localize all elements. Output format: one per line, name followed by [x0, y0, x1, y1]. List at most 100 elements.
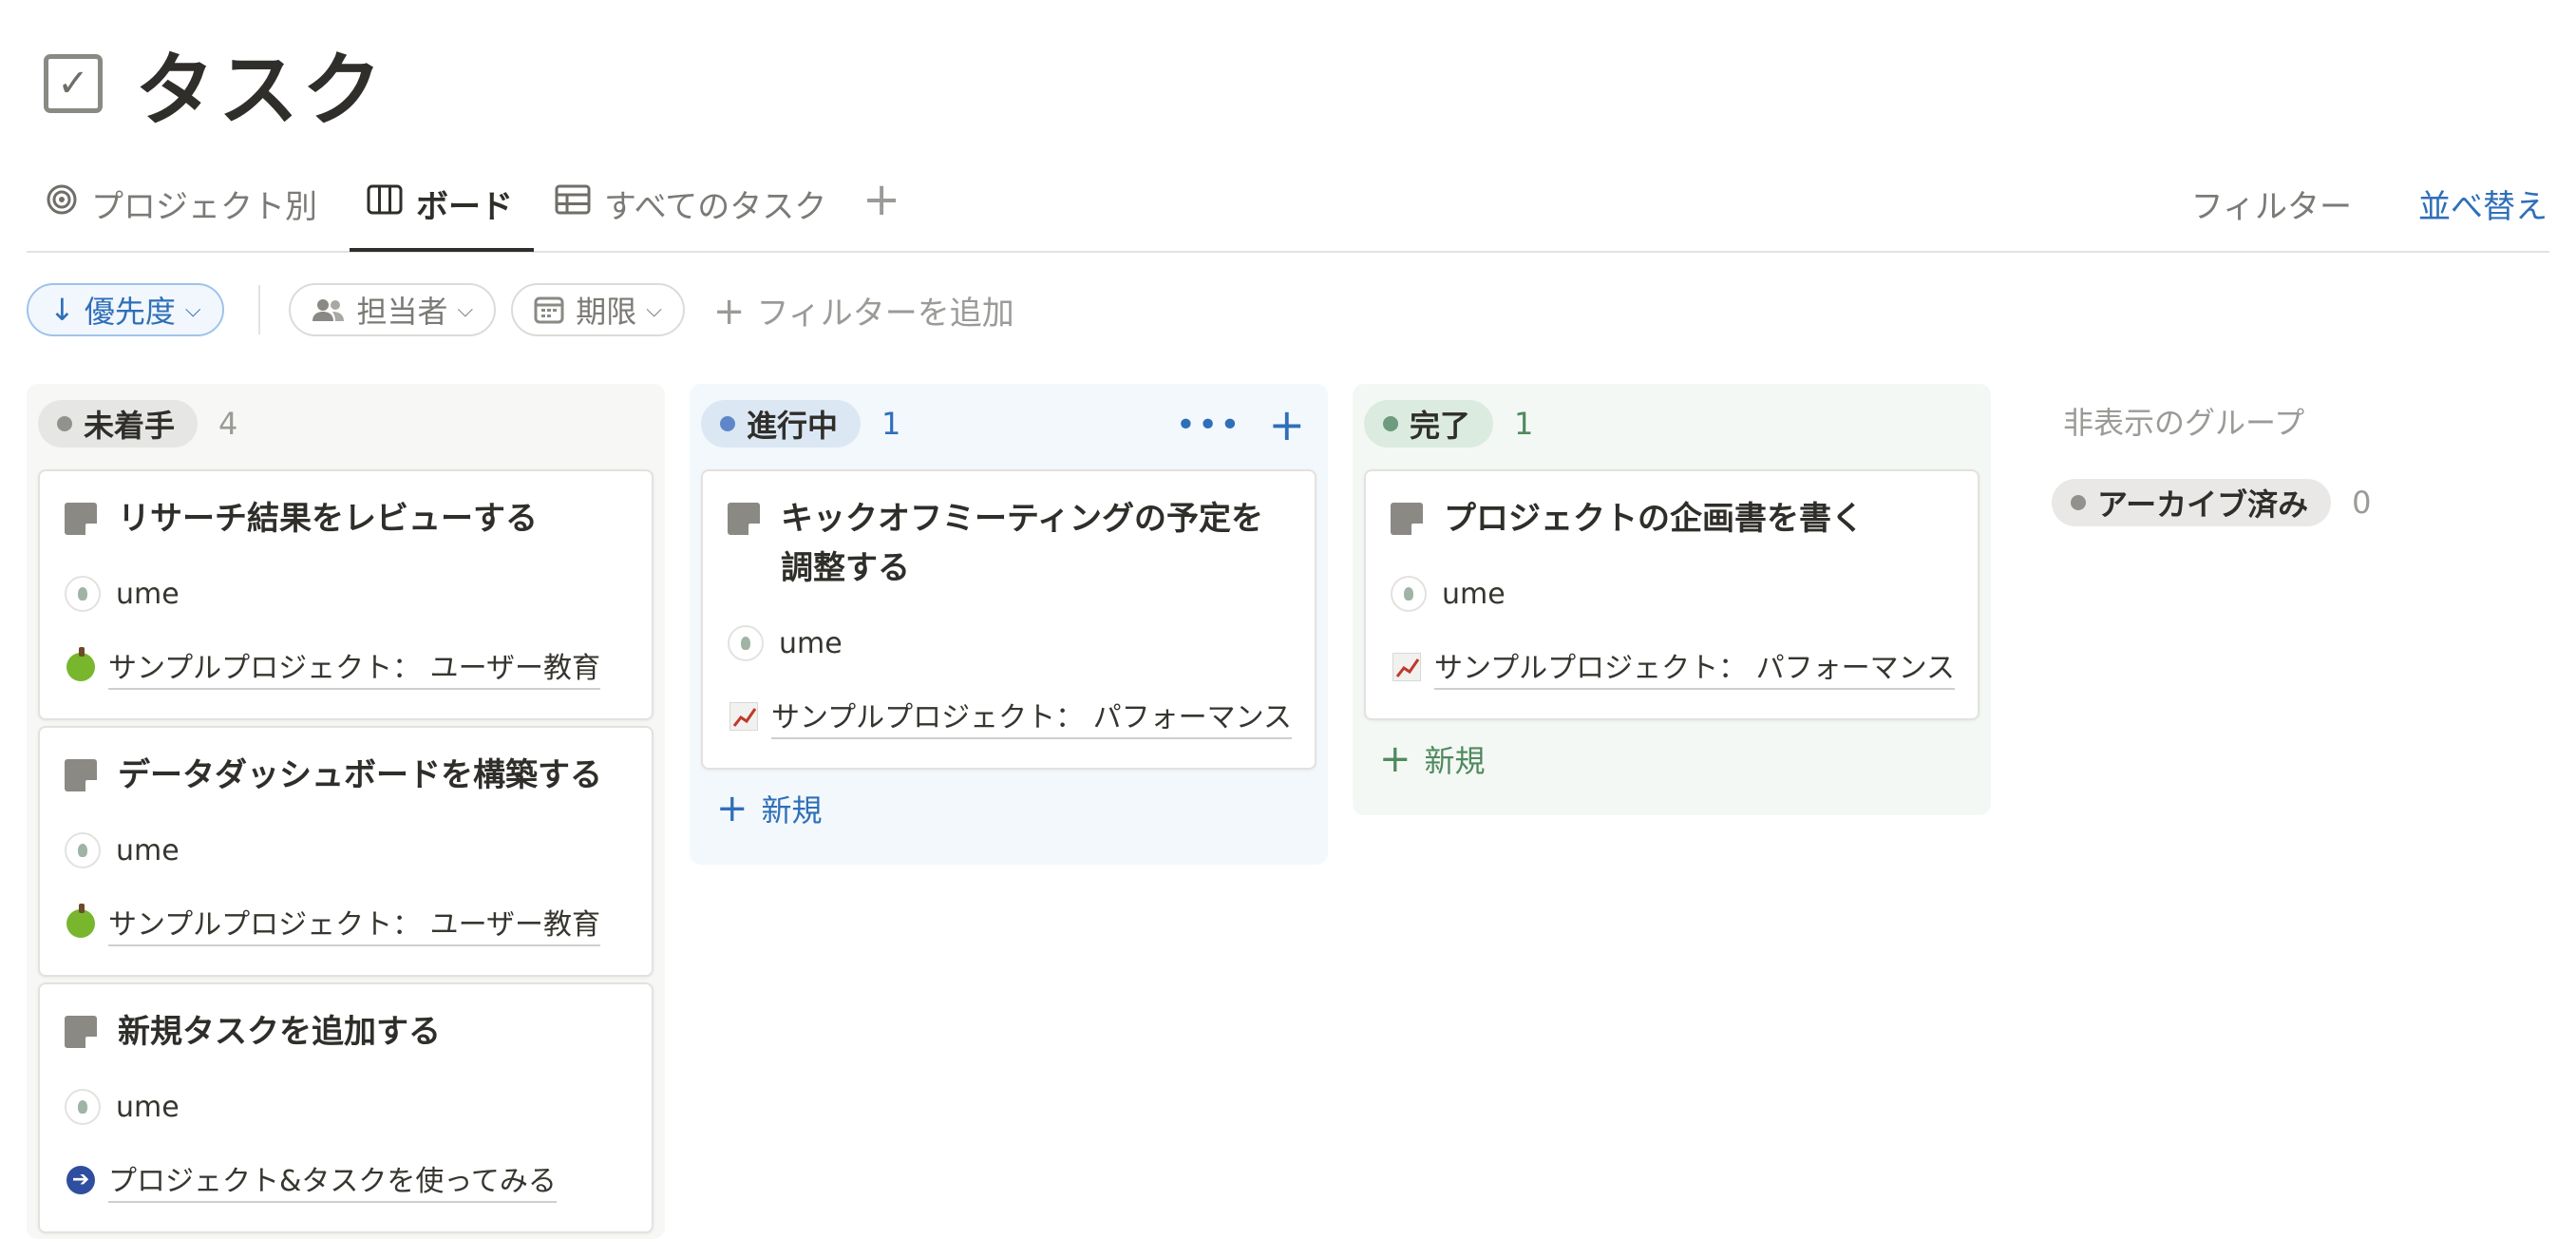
- assignee: ume: [1391, 576, 1506, 612]
- task-card[interactable]: キックオフミーティングの予定を 調整する ume サンプルプロジェクト： パフォ…: [701, 469, 1316, 770]
- column-header: 進行中 1 ••• +: [690, 384, 1328, 464]
- filter-bar: ↓ 優先度 ⌵ 担当者 ⌵ 期限 ⌵ + フィルターを追加: [27, 281, 1014, 338]
- page-icon: [65, 759, 97, 791]
- card-title-row: プロジェクトの企画書を書く: [1391, 494, 1955, 543]
- sort-desc-icon: ↓: [49, 292, 75, 328]
- table-icon: [555, 181, 591, 219]
- task-card[interactable]: データダッシュボードを構築する ume サンプルプロジェクト： ユーザー教育: [38, 726, 653, 977]
- card-title-row: リサーチ結果をレビューする: [65, 494, 629, 543]
- sort-button[interactable]: 並べ替え: [2418, 181, 2548, 227]
- column-done: 完了 1 プロジェクトの企画書を書く ume サンプルプロジェクト： パフォーマ…: [1353, 384, 1991, 815]
- project-link[interactable]: サンプルプロジェクト： ユーザー教育: [65, 644, 601, 690]
- column-header: 完了 1: [1353, 384, 1991, 464]
- status-pill[interactable]: 未着手: [38, 400, 199, 448]
- page-icon: [65, 503, 97, 535]
- filter-button[interactable]: フィルター: [2191, 181, 2352, 227]
- chart-icon: [1391, 651, 1423, 683]
- project-link[interactable]: サンプルプロジェクト： パフォーマンス: [1391, 644, 1956, 690]
- avatar: [1391, 576, 1427, 612]
- project-link[interactable]: ➔ プロジェクト&タスクを使ってみる: [65, 1157, 557, 1203]
- avatar: [65, 576, 101, 612]
- chip-label: 期限: [576, 294, 637, 330]
- hidden-groups-heading: 非表示のグループ: [2063, 405, 2305, 441]
- avatar: [728, 625, 764, 661]
- status-pill[interactable]: アーカイブ済み: [2052, 479, 2332, 526]
- plus-icon: +: [712, 289, 746, 334]
- calendar-icon: [534, 295, 564, 324]
- assignee: ume: [65, 832, 180, 868]
- tab-label: すべてのタスク: [604, 188, 827, 226]
- project-link[interactable]: サンプルプロジェクト： パフォーマンス: [728, 694, 1293, 739]
- card-title-line: キックオフミーティングの予定を: [781, 500, 1263, 538]
- status-label: 未着手: [84, 408, 176, 444]
- more-icon[interactable]: •••: [1176, 406, 1242, 445]
- hidden-group-archived[interactable]: アーカイブ済み 0: [2052, 479, 2371, 526]
- chip-label: 優先度: [84, 294, 176, 330]
- project-label: サンプルプロジェクト： ユーザー教育: [108, 901, 601, 946]
- new-card-button[interactable]: + 新規: [716, 787, 823, 830]
- task-card[interactable]: リサーチ結果をレビューする ume サンプルプロジェクト： ユーザー教育: [38, 469, 653, 720]
- assignee-name: ume: [779, 626, 843, 660]
- plus-icon: +: [716, 787, 748, 830]
- group-count: 0: [2352, 485, 2372, 521]
- task-card[interactable]: プロジェクトの企画書を書く ume サンプルプロジェクト： パフォーマンス: [1364, 469, 1979, 720]
- status-pill[interactable]: 完了: [1364, 400, 1494, 448]
- column-count: 1: [881, 406, 901, 442]
- project-label: プロジェクト&タスクを使ってみる: [108, 1157, 557, 1203]
- column-count: 1: [1514, 406, 1534, 442]
- assignee-filter-chip[interactable]: 担当者 ⌵: [288, 283, 497, 336]
- assignee-name: ume: [116, 577, 180, 611]
- card-title-line: 調整する: [781, 549, 910, 587]
- new-label: 新規: [1424, 743, 1486, 779]
- status-label: 完了: [1410, 408, 1471, 444]
- avatar: [65, 832, 101, 868]
- add-card-icon[interactable]: +: [1268, 403, 1305, 447]
- new-label: 新規: [761, 792, 823, 829]
- column-header: 未着手 4: [27, 384, 665, 464]
- tab-board[interactable]: ボード: [350, 181, 534, 252]
- page-icon: [728, 503, 760, 535]
- card-title-row: 新規タスクを追加する: [65, 1007, 629, 1057]
- project-label: サンプルプロジェクト： パフォーマンス: [1434, 644, 1956, 690]
- add-filter-button[interactable]: + フィルターを追加: [713, 287, 1014, 334]
- page-title: タスク: [135, 43, 387, 137]
- checkbox-icon: ✓: [44, 54, 103, 113]
- due-date-filter-chip[interactable]: 期限 ⌵: [511, 283, 685, 336]
- assignee-name: ume: [1442, 577, 1506, 611]
- card-title: データダッシュボードを構築する: [118, 756, 602, 794]
- chart-icon: [728, 700, 760, 733]
- task-card[interactable]: 新規タスクを追加する ume ➔ プロジェクト&タスクを使ってみる: [38, 982, 653, 1233]
- plus-icon: +: [1379, 737, 1411, 781]
- column-count: 4: [218, 406, 238, 442]
- card-title-row: キックオフミーティングの予定を 調整する: [728, 494, 1292, 593]
- card-title-row: データダッシュボードを構築する: [65, 751, 629, 800]
- card-title: 新規タスクを追加する: [118, 1013, 441, 1051]
- arrow-right-icon: ➔: [65, 1164, 97, 1196]
- page-icon: [65, 1016, 97, 1048]
- assignee-name: ume: [116, 833, 180, 867]
- column-actions: ••• +: [1176, 403, 1305, 447]
- page-icon: [1391, 503, 1423, 535]
- tab-label: ボード: [416, 188, 513, 226]
- status-label: アーカイブ済み: [2097, 486, 2309, 523]
- tab-by-project[interactable]: プロジェクト別: [46, 181, 317, 251]
- priority-filter-chip[interactable]: ↓ 優先度 ⌵: [27, 283, 224, 336]
- board-icon: [367, 181, 403, 219]
- project-label: サンプルプロジェクト： パフォーマンス: [771, 694, 1293, 739]
- status-label: 進行中: [747, 408, 839, 444]
- add-view-button[interactable]: +: [862, 173, 900, 226]
- status-pill[interactable]: 進行中: [701, 400, 862, 448]
- view-tabs: プロジェクト別 ボード すべてのタスク + フィルター 並べ替え: [27, 163, 2549, 253]
- column-not-started: 未着手 4 リサーチ結果をレビューする ume サンプルプロジェクト： ユーザー…: [27, 384, 665, 1239]
- avatar: [65, 1089, 101, 1125]
- chevron-down-icon: ⌵: [646, 297, 662, 322]
- assignee-name: ume: [116, 1090, 180, 1124]
- project-label: サンプルプロジェクト： ユーザー教育: [108, 644, 601, 690]
- card-title: リサーチ結果をレビューする: [118, 500, 538, 538]
- card-title: プロジェクトの企画書を書く: [1444, 500, 1864, 538]
- project-link[interactable]: サンプルプロジェクト： ユーザー教育: [65, 901, 601, 946]
- tab-label: プロジェクト別: [91, 188, 317, 226]
- tab-all-tasks[interactable]: すべてのタスク: [555, 181, 826, 251]
- chevron-down-icon: ⌵: [184, 297, 201, 322]
- new-card-button[interactable]: + 新規: [1379, 737, 1486, 781]
